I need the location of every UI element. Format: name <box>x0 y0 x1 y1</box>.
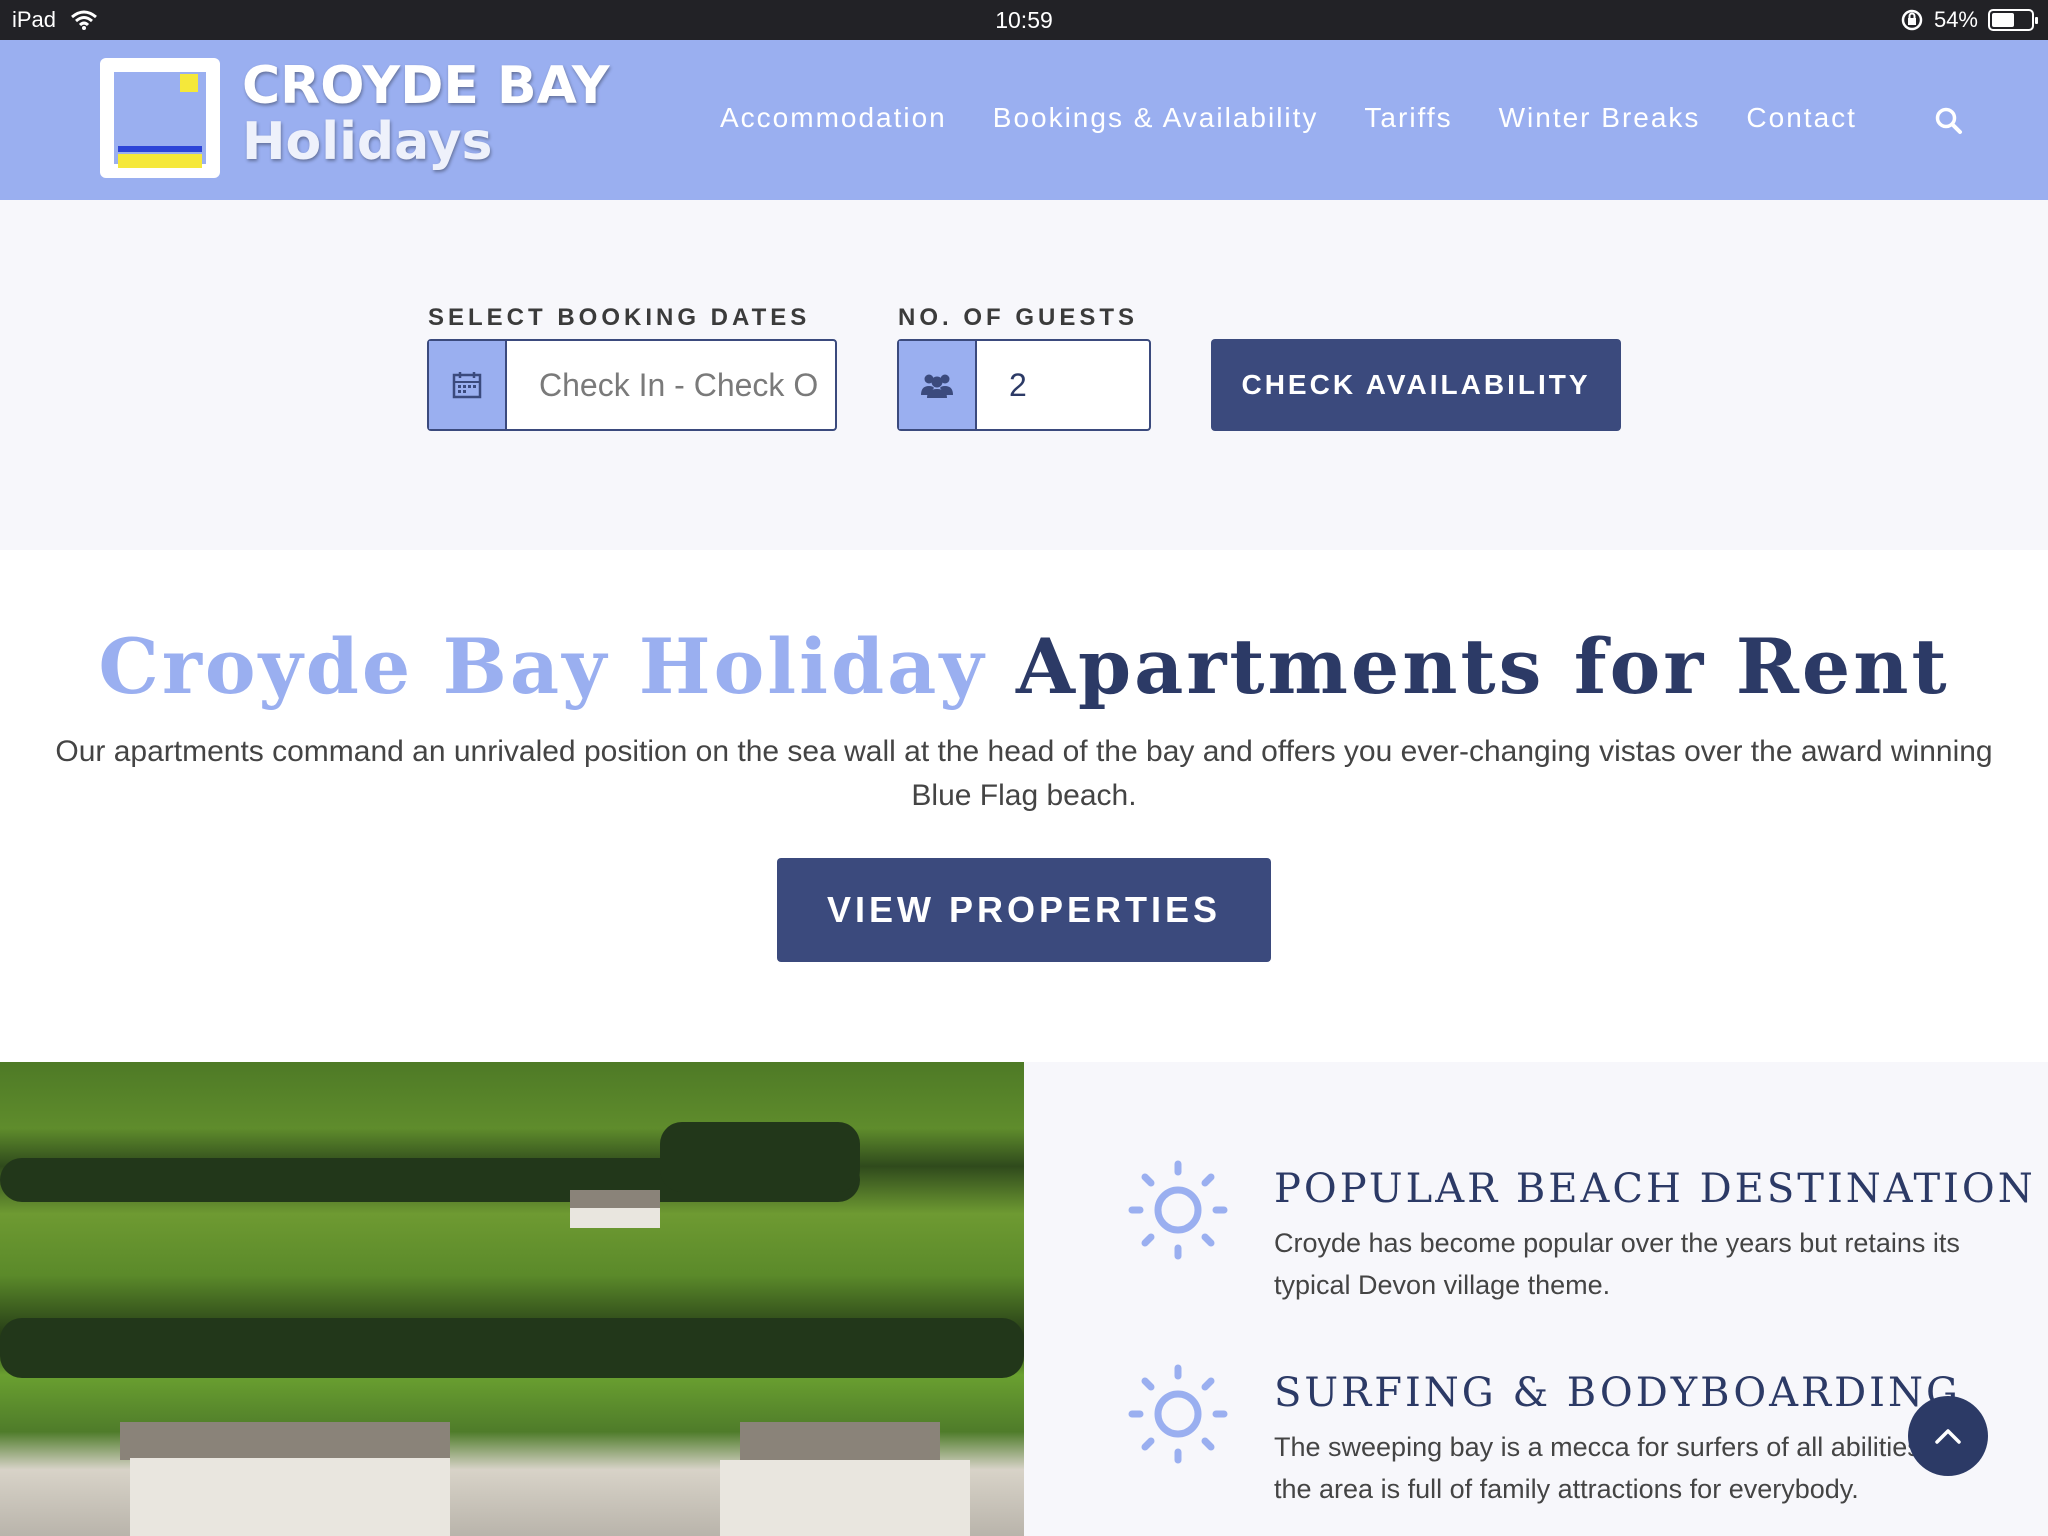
feature-text-1: Croyde has become popular over the years… <box>1274 1228 1960 1300</box>
chevron-up-icon <box>1935 1429 1961 1444</box>
dates-label: SELECT BOOKING DATES <box>428 304 811 331</box>
feature-title-1: POPULAR BEACH DESTINATION <box>1274 1166 2036 1212</box>
nav-tariffs[interactable]: Tariffs <box>1364 102 1452 134</box>
view-properties-button[interactable]: VIEW PROPERTIES <box>777 858 1271 962</box>
rotation-lock-icon <box>1901 9 1923 31</box>
status-time: 10:59 <box>995 7 1053 33</box>
dates-input-group[interactable]: Check In - Check O <box>427 339 837 431</box>
sun-icon <box>1128 1160 1228 1260</box>
site-header: CROYDE BAY Holidays Accommodation Bookin… <box>0 40 2048 200</box>
battery-icon <box>1988 9 2038 31</box>
brand-line1: CROYDE BAY <box>242 56 610 116</box>
dates-input[interactable]: Check In - Check O <box>507 341 835 429</box>
calendar-icon <box>429 341 507 429</box>
search-icon[interactable] <box>1934 106 1964 136</box>
nav-winter-breaks[interactable]: Winter Breaks <box>1499 102 1701 134</box>
feature-text-2: The sweeping bay is a mecca for surfers … <box>1274 1432 1974 1504</box>
nav-contact[interactable]: Contact <box>1746 102 1857 134</box>
nav-bookings-availability[interactable]: Bookings & Availability <box>993 102 1319 134</box>
guests-label: NO. OF GUESTS <box>898 304 1139 331</box>
page-title: Croyde Bay Holiday Apartments for Rent <box>0 622 2048 711</box>
title-dark: Apartments for Rent <box>1016 622 1950 711</box>
features-panel: POPULAR BEACH DESTINATION Croyde has bec… <box>1024 1062 2048 1536</box>
feature-title-2: SURFING & BODYBOARDING <box>1274 1370 1961 1416</box>
intro-text: Our apartments command an unrivaled posi… <box>55 735 1993 812</box>
guests-input[interactable]: 2 <box>977 341 1149 429</box>
sun-icon <box>1128 1364 1228 1464</box>
check-availability-button[interactable]: CHECK AVAILABILITY <box>1211 339 1621 431</box>
status-bar: iPad 10:59 54% <box>0 0 2048 40</box>
battery-percent: 54% <box>1933 7 1978 32</box>
title-light: Croyde Bay Holiday <box>98 622 987 711</box>
scroll-top-button[interactable] <box>1908 1396 1988 1476</box>
guests-input-group[interactable]: 2 <box>897 339 1151 431</box>
users-icon <box>899 341 977 429</box>
main-nav: Accommodation Bookings & Availability Ta… <box>720 102 1857 134</box>
brand-logo-text[interactable]: CROYDE BAY Holidays <box>242 60 610 168</box>
nav-accommodation[interactable]: Accommodation <box>720 102 947 134</box>
village-photo <box>0 1062 1024 1536</box>
booking-bar: SELECT BOOKING DATES Check In - Check O … <box>0 200 2048 550</box>
brand-line2: Holidays <box>242 112 493 172</box>
logo-icon[interactable] <box>100 58 220 178</box>
